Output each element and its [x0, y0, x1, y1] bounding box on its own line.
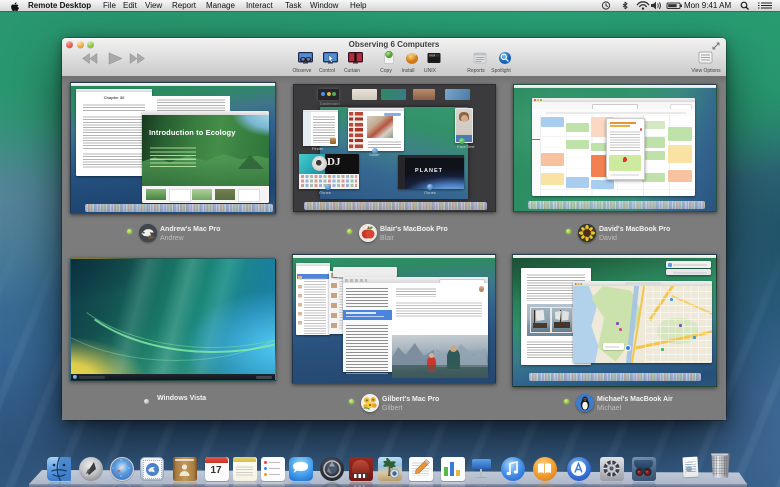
svg-text:UNIX: UNIX: [429, 53, 435, 57]
